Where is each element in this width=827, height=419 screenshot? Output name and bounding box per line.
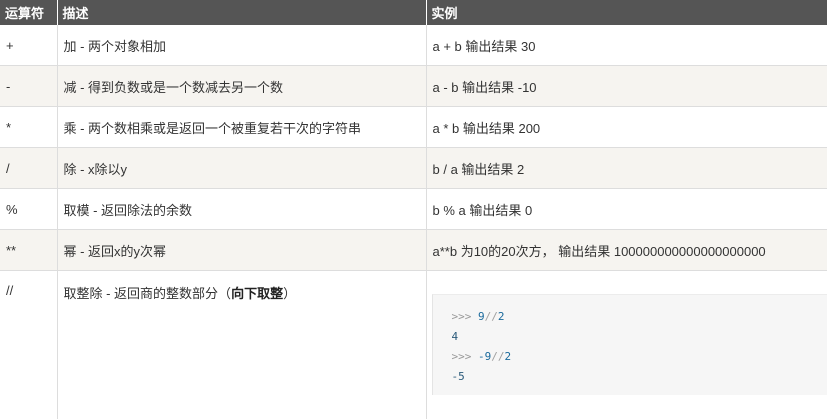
operators-table: 运算符 描述 实例 + 加 - 两个对象相加 a + b 输出结果 30 - 减…: [0, 0, 827, 419]
code-prompt: >>>: [451, 350, 478, 363]
description-cell: 乘 - 两个数相乘或是返回一个被重复若干次的字符串: [57, 106, 427, 148]
code-output: -5: [451, 370, 465, 383]
code-number: 2: [497, 310, 505, 323]
description-cell: 幂 - 返回x的y次幂: [57, 229, 427, 271]
description-emphasis: 向下取整: [231, 286, 284, 301]
operator-cell: **: [0, 229, 58, 271]
operator-cell: -: [0, 65, 58, 107]
operator-cell: /: [0, 147, 58, 189]
table-row: / 除 - x除以y b / a 输出结果 2: [0, 147, 827, 189]
example-cell: b / a 输出结果 2: [426, 147, 827, 189]
table-row: - 减 - 得到负数或是一个数减去另一个数 a - b 输出结果 -10: [0, 65, 827, 107]
description-text-end: ）: [283, 286, 297, 301]
description-cell: 取整除 - 返回商的整数部分（向下取整）: [57, 270, 427, 419]
table-row: % 取模 - 返回除法的余数 b % a 输出结果 0: [0, 188, 827, 230]
table-row: * 乘 - 两个数相乘或是返回一个被重复若干次的字符串 a * b 输出结果 2…: [0, 106, 827, 148]
code-operator: //: [491, 350, 505, 363]
header-operator: 运算符: [0, 0, 58, 25]
code-operator: //: [484, 310, 498, 323]
table-row: + 加 - 两个对象相加 a + b 输出结果 30: [0, 25, 827, 66]
operator-cell: %: [0, 188, 58, 230]
example-cell: b % a 输出结果 0: [426, 188, 827, 230]
example-cell: >>> 9//2 4 >>> -9//2 -5: [426, 271, 827, 419]
code-number: 9: [478, 310, 485, 323]
header-description: 描述: [57, 0, 427, 25]
table-row: // 取整除 - 返回商的整数部分（向下取整） >>> 9//2 4 >>> -…: [0, 270, 827, 419]
example-cell: a**b 为10的20次方， 输出结果 10000000000000000000…: [426, 229, 827, 271]
header-example: 实例: [426, 0, 827, 25]
code-line: >>> -9//2: [452, 347, 827, 367]
table-row: ** 幂 - 返回x的y次幂 a**b 为10的20次方， 输出结果 10000…: [0, 229, 827, 271]
code-output: 4: [451, 330, 459, 343]
operator-cell: *: [0, 106, 58, 148]
code-prompt: >>>: [451, 310, 478, 323]
code-number: 2: [504, 350, 512, 363]
code-number: -9: [478, 350, 492, 363]
example-cell: a + b 输出结果 30: [426, 25, 827, 66]
description-text: 取整除 - 返回商的整数部分（: [63, 286, 232, 301]
table-header-row: 运算符 描述 实例: [0, 0, 827, 25]
description-cell: 加 - 两个对象相加: [57, 25, 427, 66]
example-cell: a - b 输出结果 -10: [426, 65, 827, 107]
operator-cell: //: [0, 270, 58, 419]
code-line: >>> 9//2: [452, 307, 827, 327]
description-cell: 取模 - 返回除法的余数: [57, 188, 427, 230]
operator-cell: +: [0, 25, 58, 66]
description-cell: 除 - x除以y: [57, 147, 427, 189]
description-cell: 减 - 得到负数或是一个数减去另一个数: [57, 65, 427, 107]
code-block: >>> 9//2 4 >>> -9//2 -5: [431, 294, 827, 395]
example-cell: a * b 输出结果 200: [426, 106, 827, 148]
